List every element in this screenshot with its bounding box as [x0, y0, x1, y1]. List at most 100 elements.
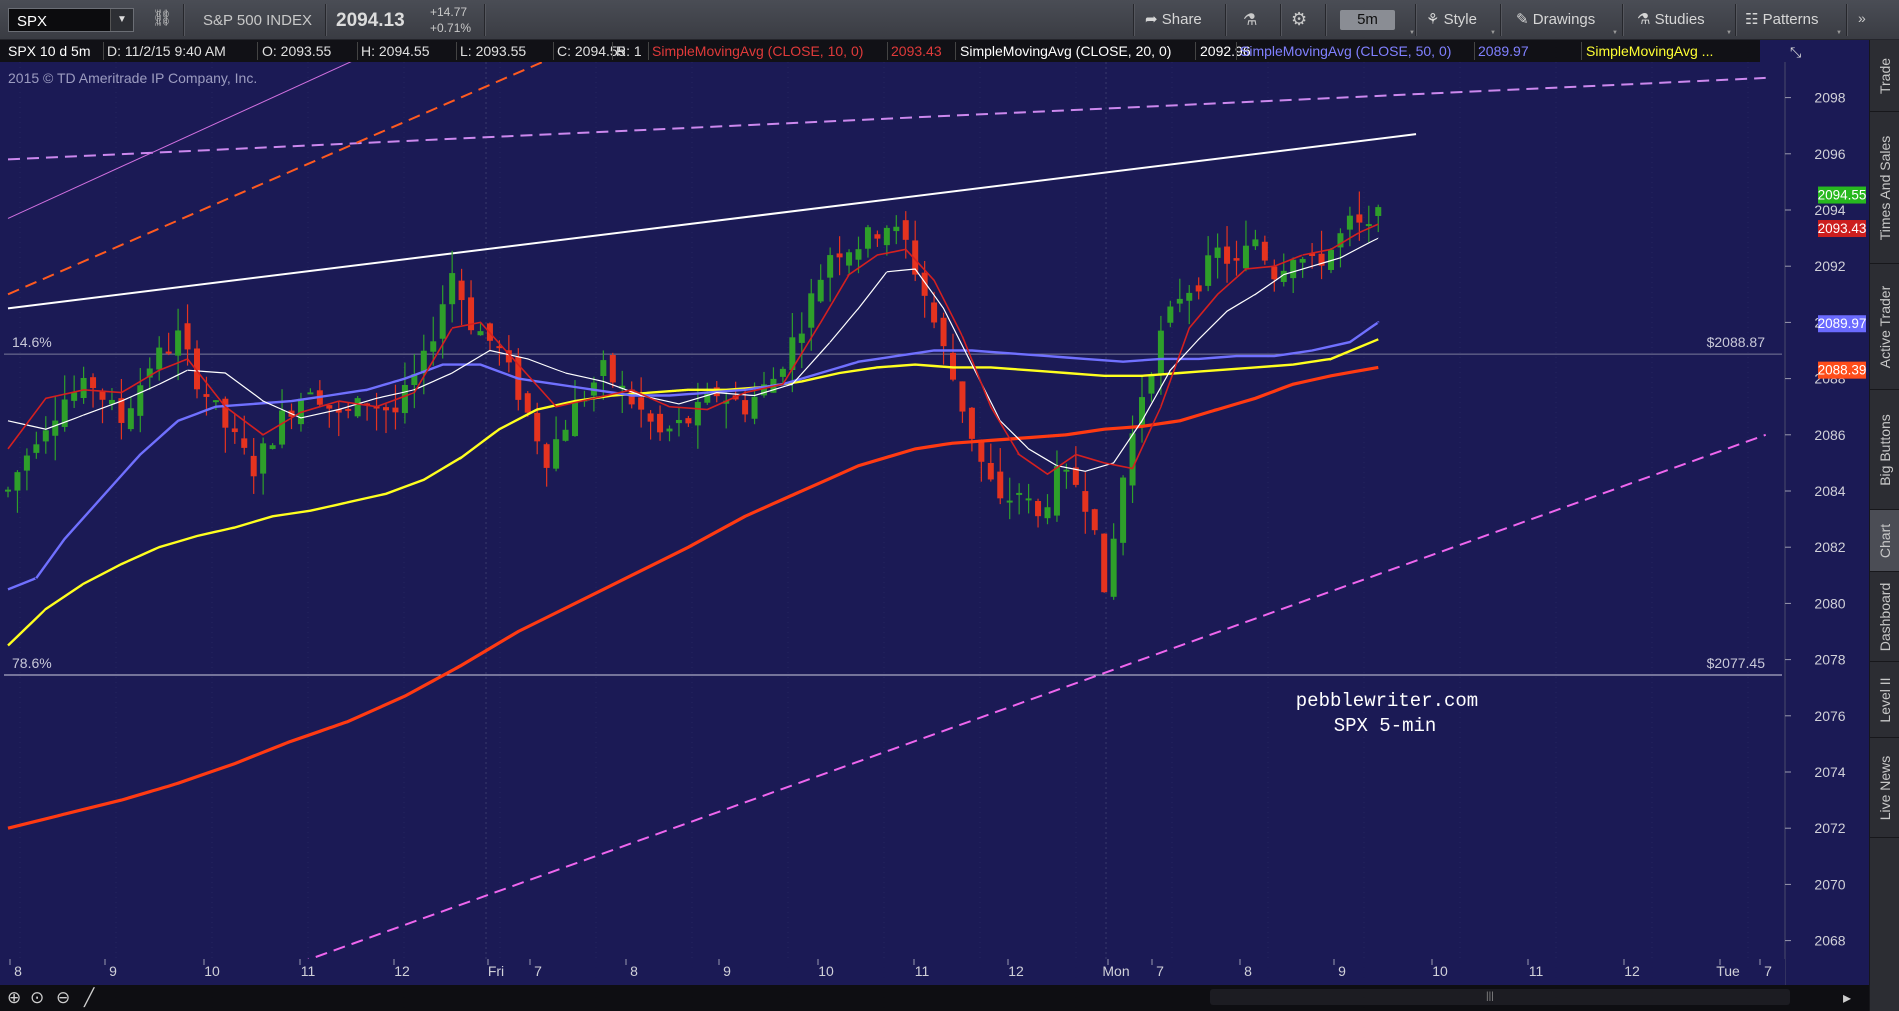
- patterns-button[interactable]: ☷ Patterns: [1745, 10, 1819, 28]
- y-tick-label: 2074: [1814, 764, 1845, 780]
- zoom-in-icon[interactable]: ⊕: [7, 988, 21, 1008]
- candle-up: [71, 392, 78, 401]
- time-axis-bg: [0, 959, 1785, 985]
- candle-down: [931, 302, 938, 323]
- pencil-icon: ✎: [1516, 11, 1529, 28]
- horizontal-scrollbar[interactable]: |||: [1210, 989, 1790, 1005]
- gear-icon[interactable]: ⚙: [1291, 9, 1307, 30]
- symbol-selector[interactable]: SPX ▼: [8, 8, 134, 32]
- candle-down: [1233, 258, 1240, 261]
- candle-up: [1346, 215, 1353, 230]
- link-icon[interactable]: ⛓: [152, 8, 172, 28]
- flask-icon[interactable]: ⚗: [1243, 10, 1257, 30]
- share-icon: ➦: [1145, 11, 1158, 28]
- candle-up: [80, 377, 87, 399]
- sidebar-tab-live-news[interactable]: Live News: [1870, 738, 1899, 838]
- fib-label: 78.6%: [12, 655, 52, 671]
- header-divider: [257, 42, 258, 60]
- candle-up: [751, 396, 758, 419]
- candle-up: [23, 455, 30, 471]
- candle-up: [42, 430, 49, 442]
- candle-up: [449, 273, 456, 305]
- sidebar-tab-dashboard[interactable]: Dashboard: [1870, 572, 1899, 662]
- toolbar-divider: [1622, 4, 1624, 36]
- candle-up: [1025, 498, 1032, 501]
- candle-down: [978, 439, 985, 462]
- y-tick-label: 2098: [1814, 90, 1845, 106]
- style-button[interactable]: ⚘ Style: [1426, 10, 1477, 28]
- candle-up: [855, 249, 862, 260]
- zoom-reset-icon[interactable]: ⊙: [30, 988, 44, 1008]
- y-tick-label: 2070: [1814, 876, 1845, 892]
- candle-up: [1167, 306, 1174, 323]
- candle-up: [1006, 500, 1013, 503]
- x-tick-label: 10: [204, 963, 220, 979]
- candle-up: [1252, 239, 1259, 247]
- price-badge-label: 2089.97: [1818, 316, 1867, 331]
- candle-down: [241, 438, 248, 448]
- chart-description: SPX 10 d 5m: [8, 43, 91, 59]
- bar-open: O: 2093.55: [262, 43, 332, 59]
- fib-price-label: $2088.87: [1707, 334, 1766, 350]
- zoom-out-icon[interactable]: ⊖: [56, 988, 70, 1008]
- candle-up: [1120, 477, 1127, 543]
- y-tick-label: 2078: [1814, 652, 1845, 668]
- sidebar-tab-active-trader[interactable]: Active Trader: [1870, 264, 1899, 390]
- x-tick-label: 9: [723, 963, 731, 979]
- sidebar-tab-trade[interactable]: Trade: [1870, 40, 1899, 112]
- chevron-down-icon[interactable]: ▼: [110, 9, 133, 31]
- candle-up: [14, 472, 21, 491]
- toolbar-divider: [484, 4, 486, 36]
- studies-button[interactable]: ⚗ Studies: [1637, 10, 1705, 28]
- watermark-label: SPX 5-min: [1334, 715, 1437, 737]
- collapse-icon[interactable]: »: [1858, 10, 1866, 26]
- x-tick-label: 10: [818, 963, 834, 979]
- candle-down: [987, 462, 994, 480]
- candle-up: [1063, 469, 1070, 472]
- x-tick-label: Mon: [1102, 963, 1129, 979]
- scroll-right-icon[interactable]: ▸: [1843, 988, 1851, 1008]
- sidebar-tab-label: Trade: [1877, 57, 1893, 94]
- candle-down: [345, 408, 352, 411]
- candle-down: [1224, 246, 1231, 264]
- x-tick-label: 12: [1624, 963, 1640, 979]
- sidebar-tab-times-and-sales[interactable]: Times And Sales: [1870, 112, 1899, 264]
- share-button[interactable]: ➦ Share: [1145, 10, 1202, 28]
- candle-down: [1356, 214, 1363, 223]
- candle-down: [902, 220, 909, 240]
- price-chart[interactable]: 14.6% $2088.87 78.6% $2077.45 2068 2070 2072 2…: [0, 62, 1869, 985]
- candle-up: [1157, 330, 1164, 376]
- time-axis: 8 9 10 11 12 Fri 7 8 9 10 11 12 Mon 7 8 9 10 11 12 Tue 7: [0, 959, 1785, 985]
- x-tick-label: 12: [394, 963, 410, 979]
- sidebar-tab-chart[interactable]: Chart: [1870, 510, 1899, 572]
- fib-price-label: $2077.45: [1707, 655, 1766, 671]
- last-price: 2094.13: [336, 10, 405, 31]
- sidebar-tab-level-ii[interactable]: Level II: [1870, 662, 1899, 738]
- price-badge-label: 2093.43: [1818, 221, 1867, 236]
- y-tick-label: 2084: [1814, 483, 1845, 499]
- y-tick-label: 2082: [1814, 539, 1845, 555]
- toolbar-divider: [1415, 4, 1417, 36]
- sidebar-tab-label: Times And Sales: [1877, 135, 1893, 240]
- caret-icon: ▼: [1726, 30, 1732, 36]
- drawings-button[interactable]: ✎ Drawings: [1516, 10, 1595, 28]
- timeframe-selector[interactable]: 5m: [1340, 10, 1395, 30]
- candle-up: [562, 429, 569, 441]
- candle-up: [1299, 258, 1306, 263]
- right-sidebar: Trade Times And Sales Active Trader Big But…: [1869, 40, 1899, 1011]
- candle-up: [401, 384, 408, 414]
- y-tick-label: 2072: [1814, 820, 1845, 836]
- candle-up: [1375, 207, 1382, 216]
- sidebar-tab-big-buttons[interactable]: Big Buttons: [1870, 390, 1899, 510]
- candle-up: [1044, 507, 1051, 519]
- candle-down: [997, 471, 1004, 499]
- studies-label: Studies: [1654, 11, 1705, 28]
- net-change: +14.77: [430, 5, 468, 19]
- candle-up: [156, 347, 163, 370]
- candle-down: [638, 397, 645, 410]
- y-tick-label: 2094: [1814, 202, 1845, 218]
- draw-line-icon[interactable]: ╱: [84, 988, 94, 1008]
- expand-icon[interactable]: ⤡: [1790, 44, 1801, 61]
- candle-up: [1148, 375, 1155, 394]
- candle-down: [609, 354, 616, 383]
